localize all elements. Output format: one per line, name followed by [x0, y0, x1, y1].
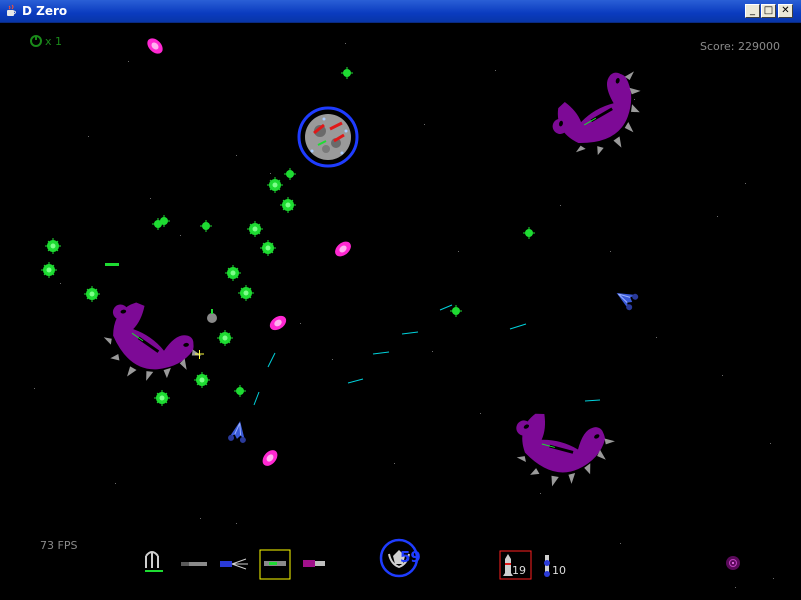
spread-laser-icon[interactable] [220, 558, 248, 570]
player-ship [227, 419, 250, 444]
fps-counter: 73 FPS [40, 539, 78, 552]
lives-count: x 1 [45, 35, 63, 48]
plasma-bolts [144, 35, 354, 469]
bomb-icon[interactable] [544, 555, 550, 577]
game-viewport[interactable]: x 1 Score: 229000 73 FPS 59 19 10 [0, 23, 801, 600]
grey-probe [207, 309, 217, 323]
bomb-ammo-count: 10 [552, 564, 566, 577]
game-scene [30, 35, 774, 588]
ship-life-icon [30, 35, 42, 47]
minimize-button[interactable]: _ [745, 4, 760, 18]
shielded-asteroid [297, 106, 359, 168]
score-display: Score: 229000 [700, 40, 781, 53]
triple-cannon-icon[interactable] [145, 550, 163, 572]
plasma-cannon-icon[interactable] [303, 560, 325, 567]
game-window: D Zero _ □ ✕ x 1 Score: 229000 73 FPS 59… [0, 0, 801, 600]
purple-crab-enemy [500, 383, 625, 504]
laser-bolts [253, 304, 601, 406]
starfield [34, 43, 774, 588]
rail-gun-icon[interactable] [181, 562, 207, 566]
purple-crab-enemy [546, 53, 652, 167]
title-bar[interactable]: D Zero _ □ ✕ [0, 0, 801, 23]
close-button[interactable]: ✕ [778, 4, 793, 18]
java-cup-icon [7, 4, 16, 16]
maximize-button[interactable]: □ [761, 4, 776, 18]
green-blaster-icon[interactable] [264, 561, 286, 566]
purple-crab-enemy [97, 290, 206, 390]
enemy-fighter [611, 284, 640, 312]
window-title: D Zero [22, 4, 68, 18]
shield-value: 59 [400, 548, 421, 566]
green-orb-swarm [40, 66, 536, 407]
radar-icon [726, 556, 740, 570]
crosshair [195, 350, 204, 359]
missile-ammo-count: 19 [512, 564, 526, 577]
